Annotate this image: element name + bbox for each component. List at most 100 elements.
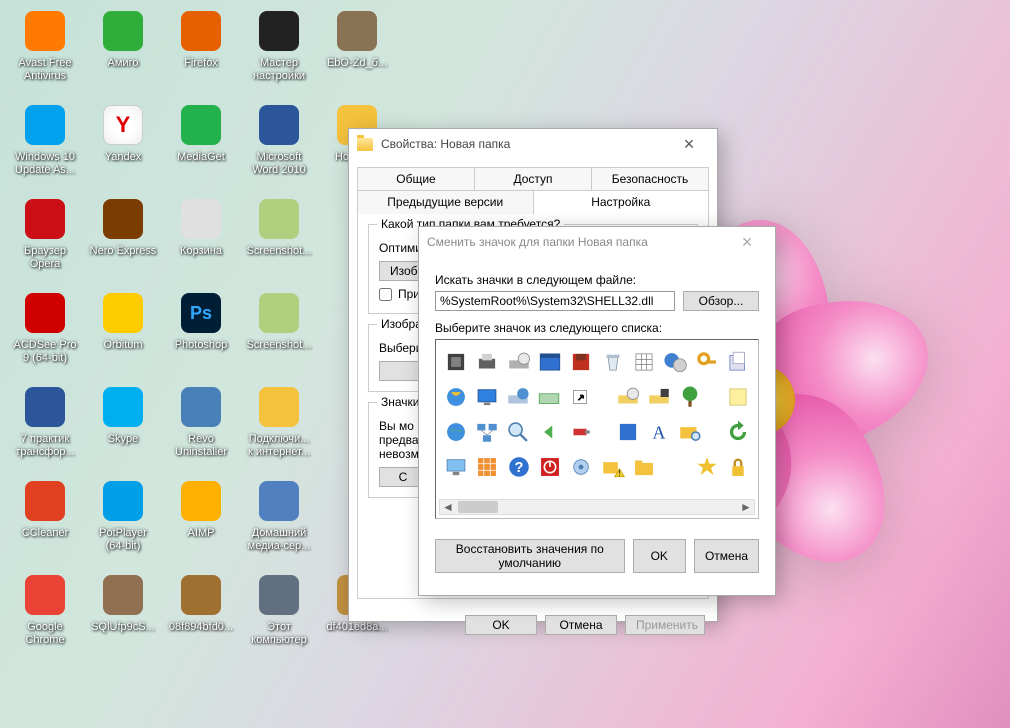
software-icon[interactable]	[724, 346, 752, 378]
usb-red-icon[interactable]	[566, 416, 594, 448]
desktop-icon[interactable]: 08f894bfd0...	[162, 570, 240, 664]
magnifier-icon[interactable]	[504, 416, 532, 448]
floppy-red-icon[interactable]	[567, 346, 595, 378]
monitor-blue-icon[interactable]	[473, 381, 501, 413]
desktop-icon[interactable]: Microsoft Word 2010	[240, 100, 318, 194]
desktop-icon-label: Yandex	[105, 151, 142, 164]
desktop-icon-label: Google Chrome	[25, 621, 64, 647]
desktop-icon[interactable]: Амиго	[84, 6, 162, 100]
globe-browser-icon[interactable]	[442, 381, 470, 413]
desktop-icon-label: Skype	[108, 433, 139, 446]
scroll-right-icon[interactable]: ►	[738, 500, 754, 514]
desktop-icon[interactable]: Screenshot...	[240, 288, 318, 382]
tab-security[interactable]: Безопасность	[592, 167, 709, 190]
desktop-icon[interactable]: ACDSee Pro 9 (64-bit)	[6, 288, 84, 382]
desktop-icon[interactable]: Браузер Opera	[6, 194, 84, 288]
tab-customize[interactable]: Настройка	[534, 190, 710, 214]
power-icon[interactable]	[536, 451, 564, 483]
desktop-icon[interactable]: Avast Free Antivirus	[6, 6, 84, 100]
desktop-icon-label: Microsoft Word 2010	[252, 151, 306, 177]
desktop-icon[interactable]: PotPlayer (64-bit)	[84, 476, 162, 570]
desktop-icon[interactable]: PsPhotoshop	[162, 288, 240, 382]
folder-icon[interactable]	[630, 451, 658, 483]
lock-icon[interactable]	[724, 451, 752, 483]
drive-floppy-icon[interactable]	[645, 381, 673, 413]
help-icon[interactable]: ?	[505, 451, 533, 483]
empty-slot	[597, 381, 611, 413]
desktop-icon[interactable]: YYandex	[84, 100, 162, 194]
desktop-icon[interactable]: Корзина	[162, 194, 240, 288]
desktop-icon-label: SQlUfp9cS...	[91, 621, 155, 634]
tree-icon[interactable]	[676, 381, 704, 413]
apply-checkbox[interactable]	[379, 288, 392, 301]
path-input[interactable]	[435, 291, 675, 311]
desktop-icon[interactable]: Nero Express	[84, 194, 162, 288]
cancel-button[interactable]: Отмена	[545, 615, 617, 635]
keypad-icon[interactable]	[630, 346, 658, 378]
restore-defaults-button[interactable]: Восстановить значения по умолчанию	[435, 539, 625, 573]
tab-general[interactable]: Общие	[357, 167, 475, 190]
drive-blue-icon[interactable]	[504, 381, 532, 413]
network-icon[interactable]	[473, 416, 501, 448]
desktop-icon[interactable]: Google Chrome	[6, 570, 84, 664]
close-icon[interactable]: ×	[669, 134, 709, 155]
scroll-left-icon[interactable]: ◄	[440, 500, 456, 514]
desktop-icon-label: 08f894bfd0...	[169, 621, 233, 634]
desktop-icon-label: Подключи... к интернет...	[248, 433, 310, 459]
desktop-icon[interactable]: Orbitum	[84, 288, 162, 382]
desktop-icon[interactable]: AIMP	[162, 476, 240, 570]
shortcut-icon[interactable]	[566, 381, 594, 413]
desktop-icon-label: PotPlayer (64-bit)	[99, 527, 147, 553]
desktop-icon[interactable]: EbO-Zd_б...	[318, 6, 396, 100]
font-a-icon[interactable]: A	[645, 416, 673, 448]
drive-cd-yellow-icon[interactable]	[614, 381, 642, 413]
desktop-icon[interactable]: Подключи... к интернет...	[240, 382, 318, 476]
chip-icon[interactable]	[442, 346, 470, 378]
desktop-icon[interactable]: SQlUfp9cS...	[84, 570, 162, 664]
grid-orange-icon[interactable]	[473, 451, 501, 483]
recycle-bin-icon[interactable]	[598, 346, 626, 378]
desktop-icon[interactable]: Этот компьютер	[240, 570, 318, 664]
tab-sharing[interactable]: Доступ	[475, 167, 592, 190]
star-icon[interactable]	[692, 451, 720, 483]
key-icon[interactable]	[692, 346, 720, 378]
desktop-icon[interactable]: Revo Uninstaller	[162, 382, 240, 476]
empty-slot	[707, 381, 721, 413]
close-icon[interactable]: ×	[727, 232, 767, 253]
ok-button[interactable]: OK	[633, 539, 686, 573]
scrollbar-thumb[interactable]	[458, 501, 498, 513]
desktop-icon[interactable]: Мастер настройки	[240, 6, 318, 100]
globe-cd-icon[interactable]	[661, 346, 689, 378]
icon-listbox: A?! ◄ ►	[435, 339, 759, 519]
desktop-icon[interactable]: Screenshot...	[240, 194, 318, 288]
globe-green-icon[interactable]	[442, 416, 470, 448]
ok-button[interactable]: OK	[465, 615, 537, 635]
drive-green-icon[interactable]	[535, 381, 563, 413]
empty-slot	[661, 451, 689, 483]
browse-button[interactable]: Обзор...	[683, 291, 759, 311]
folder-search-icon[interactable]	[676, 416, 704, 448]
desktop-icon[interactable]: Домашний медиа-сер...	[240, 476, 318, 570]
refresh-green-icon[interactable]	[724, 416, 752, 448]
drive-cd-icon[interactable]	[505, 346, 533, 378]
desktop-icon[interactable]: 7 практик трансфор...	[6, 382, 84, 476]
desktop-icon-label: Домашний медиа-сер...	[248, 527, 311, 553]
horizontal-scrollbar[interactable]: ◄ ►	[439, 499, 755, 515]
tab-previous-versions[interactable]: Предыдущие версии	[357, 190, 534, 214]
warning-icon[interactable]: !	[598, 451, 626, 483]
printer-icon[interactable]	[473, 346, 501, 378]
cancel-button[interactable]: Отмена	[694, 539, 759, 573]
arrow-back-icon[interactable]	[535, 416, 563, 448]
desktop-icon[interactable]: CCleaner	[6, 476, 84, 570]
monitor-icon[interactable]	[442, 451, 470, 483]
sticky-note-icon[interactable]	[724, 381, 752, 413]
window-blue-icon[interactable]	[536, 346, 564, 378]
desktop-icon-label: MediaGet	[177, 151, 225, 164]
desktop-icon[interactable]: MediaGet	[162, 100, 240, 194]
square-blue-icon[interactable]	[614, 416, 642, 448]
gear-icon[interactable]	[567, 451, 595, 483]
desktop-icon[interactable]: Windows 10 Update As...	[6, 100, 84, 194]
apply-button[interactable]: Применить	[625, 615, 705, 635]
desktop-icon[interactable]: Firefox	[162, 6, 240, 100]
desktop-icon[interactable]: Skype	[84, 382, 162, 476]
